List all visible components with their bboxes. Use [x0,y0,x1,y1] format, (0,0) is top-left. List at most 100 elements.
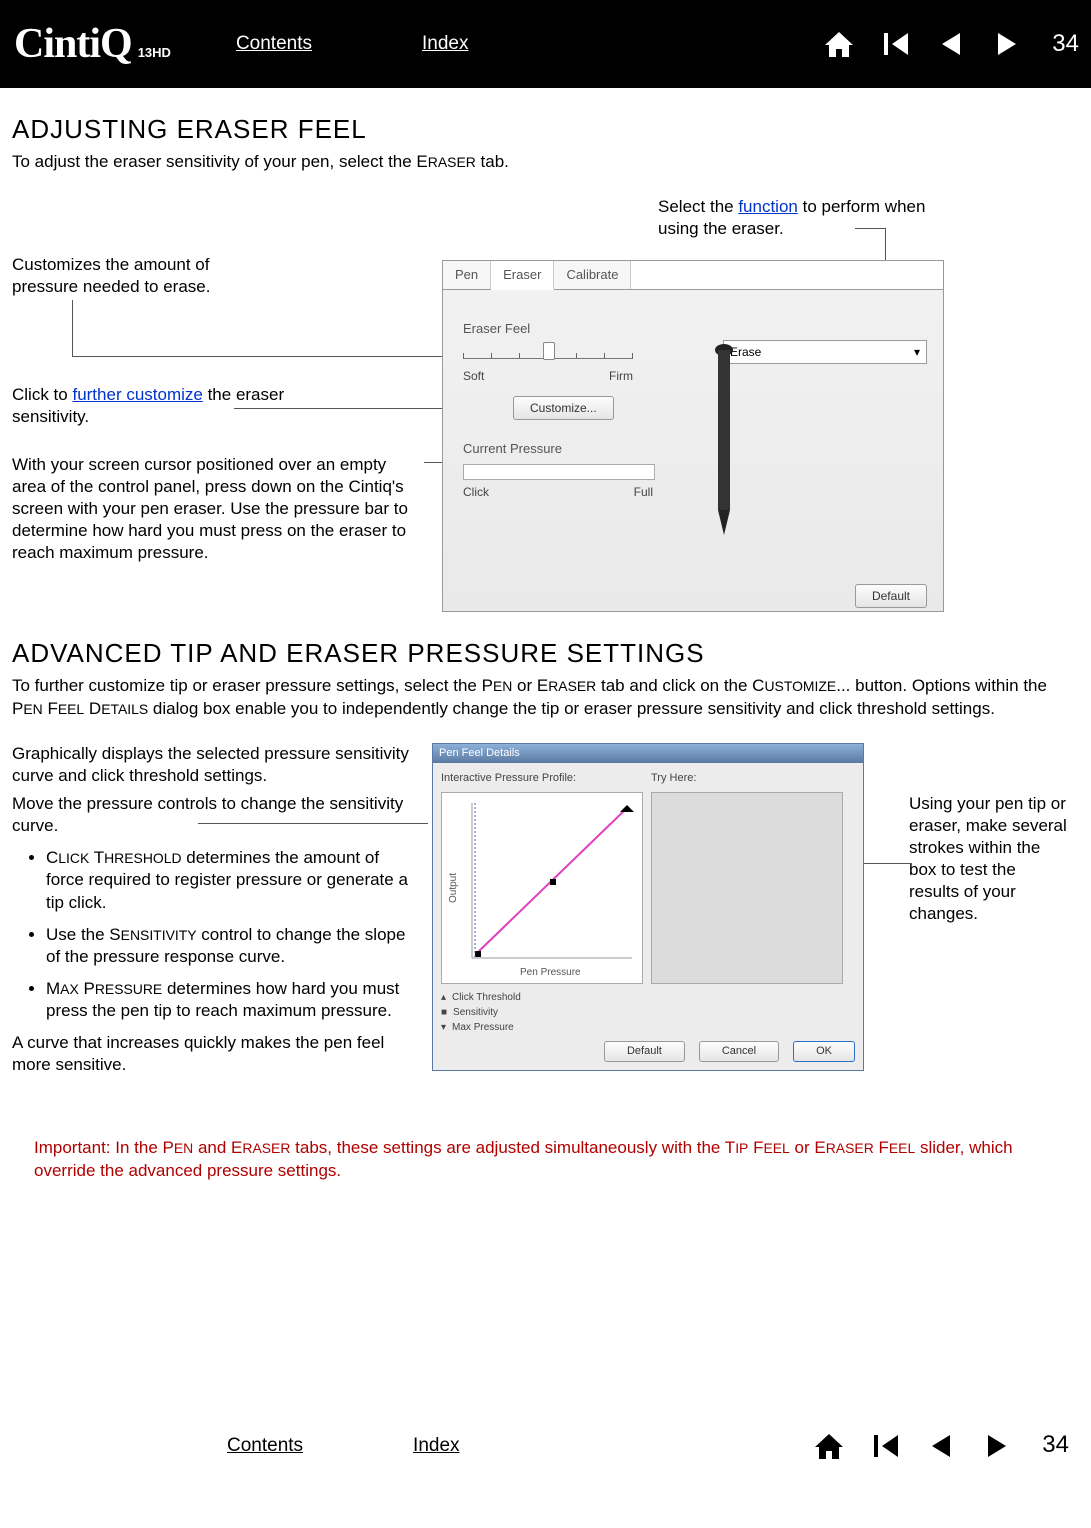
page-number-bottom: 34 [1042,1429,1069,1461]
home-icon[interactable] [812,1431,846,1461]
label-click: Click [463,484,489,500]
brand-main: CintiQ [14,16,132,73]
panel2-title: Pen Feel Details [433,744,863,763]
bottom-nav-links: Contents Index [227,1433,460,1459]
next-page-icon[interactable] [990,29,1024,59]
index-link-bottom[interactable]: Index [413,1433,459,1459]
label-full: Full [634,484,653,500]
tab-pen[interactable]: Pen [443,261,491,289]
panel2-graphs: Output Pen Pressure [441,792,855,984]
pen-graphic [713,340,733,540]
callout-cursor: With your screen cursor positioned over … [12,454,422,564]
i2l: ETAILS [101,701,148,717]
right-note: Using your pen tip or eraser, make sever… [909,793,1069,926]
label-soft: Soft [463,368,484,384]
panel2-legend: ▴Click Threshold ■Sensitivity ▾Max Press… [441,990,855,1035]
label-firm: Firm [609,368,633,384]
imp-c: and E [193,1138,242,1157]
first-page-icon[interactable] [878,29,912,59]
axis-penpressure: Pen Pressure [520,967,581,978]
page-number-top: 34 [1052,28,1079,60]
next-page-icon[interactable] [980,1431,1014,1461]
li3c: P [79,979,95,998]
brand-logo: CintiQ 13HD [0,16,171,73]
li2a: Use the S [46,925,121,944]
chevron-down-icon: ▾ [914,344,920,360]
leader-pv [72,300,73,356]
diagram-area-1: Select the function to perform when usin… [12,196,1069,626]
bottom-nav-icons: 34 [812,1429,1069,1461]
try-here-box[interactable] [651,792,843,984]
i2m: dialog box enable you to independently c… [148,699,995,718]
panel2-labels: Interactive Pressure Profile: Try Here: [441,771,855,786]
prev-page-icon[interactable] [924,1431,958,1461]
contents-link[interactable]: Contents [236,31,312,57]
imp-k: F [874,1138,889,1157]
panel1-body: Eraser Feel Soft Firm Customize... Curre… [443,290,943,620]
i2k: D [84,699,101,718]
imp-d: RASER [242,1140,290,1156]
index-link[interactable]: Index [422,31,468,57]
li2b: ENSITIVITY [121,927,197,943]
panel2-cancel-button[interactable]: Cancel [699,1041,779,1062]
i2f: USTOMIZE [764,678,836,694]
panel1-tabs: Pen Eraser Calibrate [443,261,943,290]
panel-pen-feel-details: Pen Feel Details Interactive Pressure Pr… [432,743,864,1071]
pressure-curve-graph[interactable]: Output Pen Pressure [441,792,643,984]
intro-text-1: To adjust the eraser sensitivity of your… [12,151,1069,174]
note-p3: A curve that increases quickly makes the… [12,1032,412,1076]
intro1-b: RASER [428,154,476,170]
i2i: F [43,699,58,718]
imp-b: EN [174,1140,193,1156]
leader-line [855,228,885,229]
tab-eraser[interactable]: Eraser [491,261,554,290]
li1a: C [46,848,58,867]
contents-link-bottom[interactable]: Contents [227,1433,303,1459]
legend-click: ▴Click Threshold [441,990,855,1005]
li1c: T [89,848,104,867]
li3a: M [46,979,60,998]
slider-thumb[interactable] [543,342,555,360]
intro1-a: To adjust the eraser sensitivity of your… [12,152,428,171]
erase-dropdown[interactable]: Erase ▾ [723,340,927,364]
li1b: LICK [58,850,89,866]
co-fn-a: Select the [658,197,738,216]
panel2-default-button[interactable]: Default [604,1041,685,1062]
li3b: AX [60,981,79,997]
current-pressure-bar [463,464,655,480]
li3d: RESSURE [95,981,162,997]
imp-a: Important: In the P [34,1138,174,1157]
bottom-bar: Contents Index 34 [0,1423,1091,1479]
i2h: EN [23,701,42,717]
tab-calibrate[interactable]: Calibrate [554,261,631,289]
diagram-area-2: Graphically displays the selected pressu… [12,743,1069,1123]
link-further-customize[interactable]: further customize [72,385,202,404]
first-page-icon[interactable] [868,1431,902,1461]
top-nav-icons: 34 [822,28,1079,60]
slider-labels: Soft Firm [463,368,633,384]
legend-sensitivity: ■Sensitivity [441,1005,855,1020]
note-li2: Use the SENSITIVITY control to change th… [46,924,412,968]
prev-page-icon[interactable] [934,29,968,59]
legend-maxpressure: ▾Max Pressure [441,1020,855,1035]
top-nav-links: Contents Index [236,31,469,57]
i2a: To further customize tip or eraser press… [12,676,493,695]
customize-button[interactable]: Customize... [513,396,614,420]
panel2-ok-button[interactable]: OK [793,1041,855,1062]
home-icon[interactable] [822,29,856,59]
leg-max: Max Pressure [452,1020,514,1035]
leg-click: Click Threshold [452,990,521,1005]
link-function[interactable]: function [738,197,798,216]
imp-g: F [748,1138,763,1157]
i2c: or E [512,676,548,695]
default-button[interactable]: Default [855,584,927,608]
important-note: Important: In the PEN and ERASER tabs, t… [34,1137,1034,1183]
i2b: EN [493,678,512,694]
note-li1: CLICK THRESHOLD determines the amount of… [46,847,412,913]
i2j: EEL [58,701,84,717]
heading-adjusting-eraser-feel: ADJUSTING ERASER FEEL [12,112,1069,147]
eraser-feel-slider[interactable] [463,344,633,364]
panel2-body: Interactive Pressure Profile: Try Here: [433,763,863,1070]
imp-e: tabs, these settings are adjusted simult… [290,1138,735,1157]
imp-h: EEL [763,1140,789,1156]
